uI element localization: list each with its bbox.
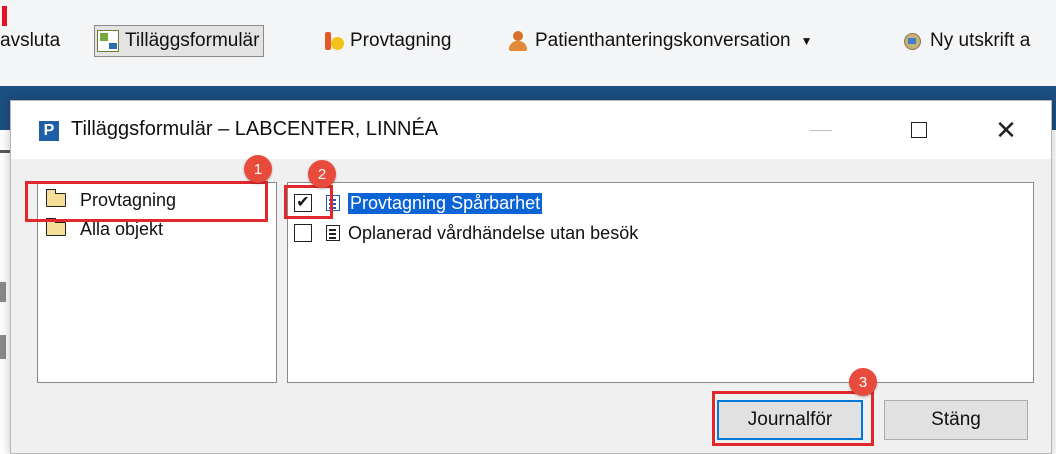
toolbar-item-provtagning[interactable]: Provtagning	[324, 25, 451, 57]
minimize-button[interactable]	[781, 101, 861, 159]
toolbar-label: Tilläggsformulär	[125, 30, 260, 51]
item-label: Oplanerad vårdhändelse utan besök	[348, 222, 639, 243]
chevron-down-icon[interactable]: ▼	[801, 34, 813, 48]
app-logo-icon: P	[39, 121, 59, 141]
toolbar-item-tillaggsformular[interactable]: Tilläggsformulär	[94, 25, 265, 57]
close-icon: ✕	[995, 114, 1017, 145]
form-list[interactable]: ✔ Provtagning Spårbarhet Oplanerad vårdh…	[287, 182, 1034, 383]
document-icon	[326, 225, 340, 241]
person-icon	[507, 30, 529, 52]
minimize-icon	[810, 129, 832, 131]
step-badge-2: 2	[308, 160, 336, 188]
background-edge	[0, 282, 6, 302]
maximize-button[interactable]	[879, 101, 959, 159]
maximize-icon	[911, 122, 927, 138]
background-edge	[0, 150, 10, 153]
checkbox[interactable]	[294, 224, 312, 242]
toolbar-item-patienthantering[interactable]: Patienthanteringskonversation ▼	[507, 25, 813, 57]
highlight-box-3	[712, 391, 874, 446]
toolbar-label: Provtagning	[350, 30, 452, 51]
folder-icon	[45, 218, 66, 236]
app-toolbar: avsluta Tilläggsformulär Provtagning Pat…	[0, 0, 1056, 86]
toolbar-item-ny-utskrift[interactable]: Ny utskrift a	[902, 25, 1030, 57]
red-marker	[2, 6, 7, 26]
list-item[interactable]: Oplanerad vårdhändelse utan besök	[294, 222, 638, 244]
toolbar-label: Ny utskrift a	[930, 30, 1031, 51]
stang-button[interactable]: Stäng	[884, 400, 1028, 440]
tag-icon	[902, 30, 924, 52]
flask-icon	[324, 30, 344, 52]
toolbar-item-avsluta[interactable]: avsluta	[0, 25, 60, 57]
dialog-title: Tilläggsformulär – LABCENTER, LINNÉA	[71, 118, 439, 140]
highlight-box-2	[284, 185, 333, 219]
background-edge	[0, 335, 6, 359]
toolbar-label: Patienthanteringskonversation	[535, 30, 791, 51]
close-button[interactable]: ✕	[966, 101, 1046, 159]
highlight-box-1	[25, 181, 268, 222]
step-badge-1: 1	[244, 155, 272, 183]
step-badge-3: 3	[849, 368, 877, 396]
toolbar-label: avsluta	[0, 30, 61, 51]
tillaggsformular-dialog: P Tilläggsformulär – LABCENTER, LINNÉA ✕…	[10, 100, 1052, 454]
item-label: Provtagning Spårbarhet	[348, 192, 543, 214]
dialog-titlebar[interactable]: P Tilläggsformulär – LABCENTER, LINNÉA ✕	[11, 101, 1051, 159]
forms-icon	[97, 30, 119, 52]
